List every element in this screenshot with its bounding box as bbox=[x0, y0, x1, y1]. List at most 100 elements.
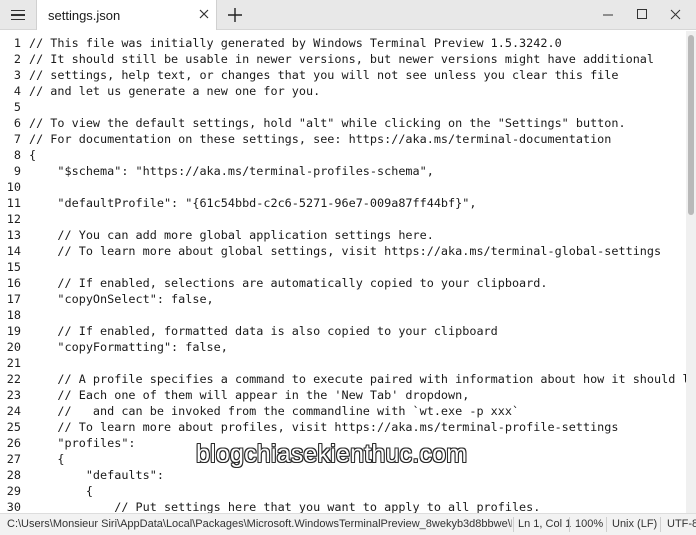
code-line[interactable]: 6 // To view the default settings, hold "… bbox=[0, 115, 686, 131]
line-number: 22 bbox=[6, 372, 21, 386]
line-text: // A profile specifies a command to exec… bbox=[29, 372, 686, 386]
plus-icon[interactable] bbox=[225, 5, 245, 25]
line-number: 9 bbox=[13, 164, 21, 178]
code-line[interactable]: 21 bbox=[0, 355, 686, 371]
line-text: // To view the default settings, hold "a… bbox=[29, 116, 626, 130]
code-line[interactable]: 12 bbox=[0, 211, 686, 227]
vertical-scrollbar[interactable] bbox=[686, 31, 696, 513]
line-number: 18 bbox=[6, 308, 21, 322]
line-number: 8 bbox=[13, 148, 21, 162]
title-bar: settings.json bbox=[0, 0, 696, 30]
line-number: 15 bbox=[6, 260, 21, 274]
file-path: C:\Users\Monsieur Siri\AppData\Local\Pac… bbox=[7, 518, 512, 530]
line-number: 20 bbox=[6, 340, 21, 354]
zoom-level: 100% bbox=[575, 518, 604, 530]
line-number: 17 bbox=[6, 292, 21, 306]
code-line[interactable]: 4 // and let us generate a new one for yo… bbox=[0, 83, 686, 99]
code-line[interactable]: 23 // Each one of them will appear in th… bbox=[0, 387, 686, 403]
close-icon[interactable] bbox=[197, 7, 211, 21]
line-number: 16 bbox=[6, 276, 21, 290]
line-text: // Each one of them will appear in the '… bbox=[29, 388, 470, 402]
code-line[interactable]: 10 bbox=[0, 179, 686, 195]
line-text: // If enabled, selections are automatica… bbox=[29, 276, 548, 290]
code-line[interactable]: 7 // For documentation on these settings,… bbox=[0, 131, 686, 147]
line-text: "copyOnSelect": false, bbox=[29, 292, 214, 306]
line-text: "$schema": "https://aka.ms/terminal-prof… bbox=[29, 164, 434, 178]
line-number: 21 bbox=[6, 356, 21, 370]
code-line[interactable]: 3 // settings, help text, or changes that… bbox=[0, 67, 686, 83]
file-encoding: UTF-8 bbox=[667, 518, 696, 530]
code-line[interactable]: 19 // If enabled, formatted data is also… bbox=[0, 323, 686, 339]
line-number: 28 bbox=[6, 468, 21, 482]
line-text: // and can be invoked from the commandli… bbox=[29, 404, 520, 418]
code-line[interactable]: 8{ bbox=[0, 147, 686, 163]
code-line[interactable]: 9 "$schema": "https://aka.ms/terminal-pr… bbox=[0, 163, 686, 179]
code-line[interactable]: 13 // You can add more global applicatio… bbox=[0, 227, 686, 243]
status-divider bbox=[513, 517, 514, 532]
line-number: 27 bbox=[6, 452, 21, 466]
line-text: // Put settings here that you want to ap… bbox=[29, 500, 541, 513]
line-text: // You can add more global application s… bbox=[29, 228, 434, 242]
code-line[interactable]: 11 "defaultProfile": "{61c54bbd-c2c6-527… bbox=[0, 195, 686, 211]
cursor-position: Ln 1, Col 1 bbox=[518, 518, 572, 530]
status-divider bbox=[606, 517, 607, 532]
code-line[interactable]: 2 // It should still be usable in newer v… bbox=[0, 51, 686, 67]
line-text: { bbox=[29, 148, 37, 162]
line-number: 13 bbox=[6, 228, 21, 242]
line-number: 26 bbox=[6, 436, 21, 450]
line-text: { bbox=[29, 484, 93, 498]
line-text: // settings, help text, or changes that … bbox=[29, 68, 619, 82]
status-divider bbox=[569, 517, 570, 532]
line-number: 19 bbox=[6, 324, 21, 338]
code-line[interactable]: 16 // If enabled, selections are automat… bbox=[0, 275, 686, 291]
line-number: 14 bbox=[6, 244, 21, 258]
line-text: "profiles": bbox=[29, 436, 136, 450]
line-number: 10 bbox=[6, 180, 21, 194]
line-number: 1 bbox=[13, 36, 21, 50]
line-text: // To learn more about profiles, visit h… bbox=[29, 420, 619, 434]
line-number: 11 bbox=[6, 196, 21, 210]
code-line[interactable]: 28 "defaults": bbox=[0, 467, 686, 483]
code-line[interactable]: 17 "copyOnSelect": false, bbox=[0, 291, 686, 307]
minimize-icon[interactable] bbox=[592, 0, 624, 30]
line-text: { bbox=[29, 452, 65, 466]
line-text: // It should still be usable in newer ve… bbox=[29, 52, 655, 66]
tab-title: settings.json bbox=[48, 8, 121, 23]
hamburger-icon bbox=[11, 10, 25, 20]
line-number: 24 bbox=[6, 404, 21, 418]
line-text: "copyFormatting": false, bbox=[29, 340, 228, 354]
line-text: // and let us generate a new one for you… bbox=[29, 84, 321, 98]
menu-button[interactable] bbox=[0, 0, 36, 30]
code-line[interactable]: 20 "copyFormatting": false, bbox=[0, 339, 686, 355]
line-text: "defaults": bbox=[29, 468, 164, 482]
code-line[interactable]: 22 // A profile specifies a command to e… bbox=[0, 371, 686, 387]
maximize-icon[interactable] bbox=[626, 0, 658, 30]
line-number: 5 bbox=[13, 100, 21, 114]
code-line[interactable]: 29 { bbox=[0, 483, 686, 499]
code-line[interactable]: 25 // To learn more about profiles, visi… bbox=[0, 419, 686, 435]
line-number: 12 bbox=[6, 212, 21, 226]
line-number: 6 bbox=[13, 116, 21, 130]
line-number: 3 bbox=[13, 68, 21, 82]
line-text: // This file was initially generated by … bbox=[29, 36, 562, 50]
code-line[interactable]: 15 bbox=[0, 259, 686, 275]
line-number: 25 bbox=[6, 420, 21, 434]
status-bar: C:\Users\Monsieur Siri\AppData\Local\Pac… bbox=[0, 513, 696, 535]
line-text: // For documentation on these settings, … bbox=[29, 132, 612, 146]
code-line[interactable]: 1 // This file was initially generated by… bbox=[0, 35, 686, 51]
line-text: // If enabled, formatted data is also co… bbox=[29, 324, 498, 338]
status-divider bbox=[660, 517, 661, 532]
line-number: 30 bbox=[6, 500, 21, 513]
code-line[interactable]: 30 // Put settings here that you want to… bbox=[0, 499, 686, 513]
line-number: 2 bbox=[13, 52, 21, 66]
tab-settings-json[interactable]: settings.json bbox=[36, 0, 217, 30]
close-icon[interactable] bbox=[660, 0, 692, 30]
code-line[interactable]: 18 bbox=[0, 307, 686, 323]
code-line[interactable]: 24 // and can be invoked from the comman… bbox=[0, 403, 686, 419]
line-ending: Unix (LF) bbox=[612, 518, 658, 530]
code-line[interactable]: 5 bbox=[0, 99, 686, 115]
code-line[interactable]: 14 // To learn more about global setting… bbox=[0, 243, 686, 259]
scrollbar-thumb[interactable] bbox=[688, 35, 694, 215]
line-number: 7 bbox=[13, 132, 21, 146]
line-number: 23 bbox=[6, 388, 21, 402]
